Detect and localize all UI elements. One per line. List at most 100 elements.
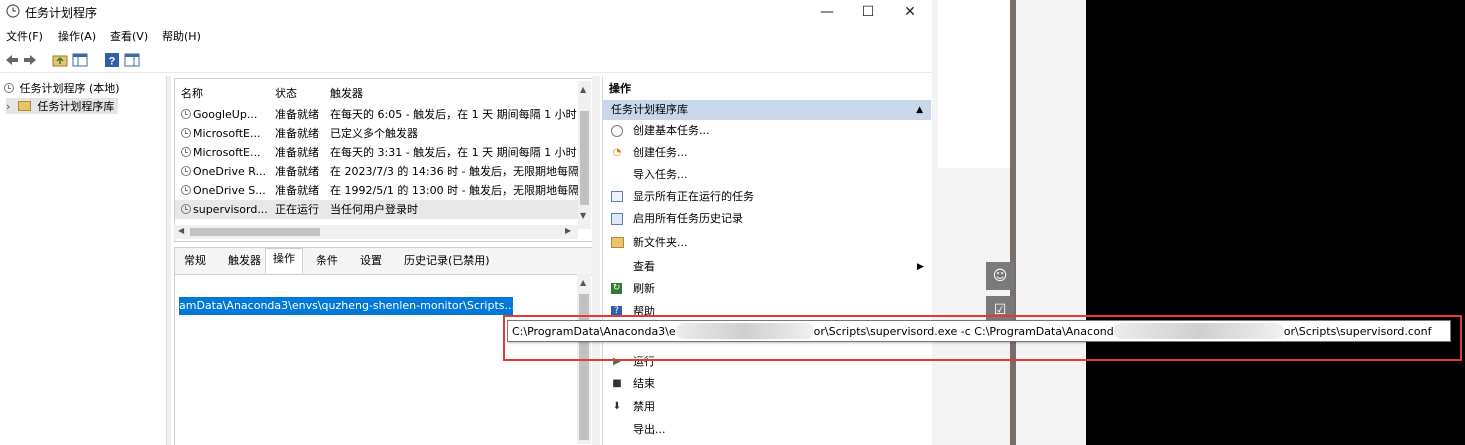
show-hide-action-pane-icon[interactable] [124, 52, 140, 68]
action-enable-history[interactable]: 启用所有任务历史记录 [603, 208, 931, 230]
help-icon[interactable]: ? [104, 52, 120, 68]
table-row[interactable]: MicrosoftE... 准备就绪 在每天的 3:31 - 触发后，在 1 天… [175, 143, 579, 162]
task-status: 准备就绪 [275, 127, 319, 140]
column-header-name[interactable]: 名称 [181, 85, 203, 101]
task-icon: ◔ [612, 147, 622, 158]
action-create-task[interactable]: ◔ 创建任务... [603, 142, 931, 164]
task-trigger: 当任何用户登录时 [330, 203, 418, 216]
task-name-text: OneDrive R... [193, 165, 266, 178]
tree-splitter[interactable] [166, 76, 171, 445]
actions-group-title: 任务计划程序库 [611, 103, 688, 116]
running-tasks-icon [611, 191, 623, 202]
tab-actions[interactable]: 操作 [265, 248, 303, 273]
actions-pane: 操作 任务计划程序库 ▲ 创建基本任务... ◔ 创建任务... 导入任务...… [602, 76, 931, 445]
action-disable[interactable]: ⬇ 禁用 [603, 396, 931, 418]
clock-icon [181, 147, 191, 157]
chevron-right-icon[interactable]: › [6, 100, 10, 113]
tree-item-root-label: 任务计划程序 (本地) [19, 82, 120, 95]
scroll-up-icon[interactable]: ▲ [580, 85, 586, 94]
action-view[interactable]: 查看 ▶ [603, 256, 931, 278]
task-list-vertical-scrollbar[interactable]: ▲ ▼ [578, 81, 591, 229]
user-icon[interactable]: ☺ [986, 262, 1014, 290]
action-label: 导出... [633, 423, 666, 436]
task-trigger: 在 1992/5/1 的 13:00 时 - 触发后，无限期地每隔 [330, 184, 579, 197]
window-title: 任务计划程序 [25, 6, 98, 20]
task-name-text: OneDrive S... [193, 184, 266, 197]
table-row-selected[interactable]: supervisord... 正在运行 当任何用户登录时 [175, 200, 579, 219]
task-trigger: 在 2023/7/3 的 14:36 时 - 触发后，无限期地每隔 [330, 165, 579, 178]
task-name-text: GoogleUp... [193, 108, 258, 121]
clock-icon [181, 185, 191, 195]
submenu-arrow-icon: ▶ [917, 262, 924, 272]
action-end[interactable]: ■ 结束 [603, 373, 931, 395]
menu-file[interactable]: 文件(F) [6, 28, 43, 44]
show-hide-tree-icon[interactable] [72, 52, 88, 68]
folder-icon [611, 237, 624, 248]
menu-action[interactable]: 操作(A) [58, 28, 96, 44]
background-area [1016, 0, 1086, 445]
scrollbar-thumb[interactable] [190, 228, 320, 236]
actions-group-header[interactable]: 任务计划程序库 ▲ [603, 100, 931, 120]
navigation-tree: 任务计划程序 (本地) › 任务计划程序库 [0, 76, 166, 445]
title-bar[interactable]: 任务计划程序 — ☐ ✕ [0, 0, 932, 24]
maximize-button[interactable]: ☐ [845, 0, 891, 24]
close-button[interactable]: ✕ [887, 0, 932, 24]
svg-text:?: ? [109, 56, 116, 68]
action-pane-splitter[interactable] [592, 76, 600, 445]
tab-settings[interactable]: 设置 [353, 251, 389, 271]
tree-item-root[interactable]: 任务计划程序 (本地) [4, 80, 120, 96]
tab-conditions[interactable]: 条件 [309, 251, 345, 271]
tab-history[interactable]: 历史记录(已禁用) [397, 251, 497, 271]
action-row-selected[interactable]: amData\Anaconda3\envs\quzheng-shenlen-mo… [179, 297, 513, 315]
action-label: 启用所有任务历史记录 [633, 212, 743, 225]
action-label: 新文件夹... [633, 236, 688, 249]
clock-icon [181, 128, 191, 138]
scrollbar-thumb[interactable] [580, 111, 589, 205]
scroll-left-icon[interactable]: ◀ [178, 226, 184, 235]
up-folder-icon[interactable] [52, 52, 68, 68]
action-label: 结束 [633, 377, 655, 390]
task-scheduler-window: 任务计划程序 — ☐ ✕ 文件(F) 操作(A) 查看(V) 帮助(H) ? 任… [0, 0, 932, 445]
table-row[interactable]: OneDrive R... 准备就绪 在 2023/7/3 的 14:36 时 … [175, 162, 579, 181]
action-export[interactable]: 导出... [603, 419, 931, 441]
action-create-basic-task[interactable]: 创建基本任务... [603, 120, 931, 142]
task-name: supervisord... [181, 200, 273, 219]
down-arrow-icon: ⬇ [612, 401, 622, 412]
table-row[interactable]: GoogleUp... 准备就绪 在每天的 6:05 - 触发后，在 1 天 期… [175, 105, 579, 124]
background-black-area [1086, 0, 1465, 445]
action-label: 导入任务... [633, 168, 688, 181]
forward-arrow-icon[interactable] [22, 52, 38, 68]
table-row[interactable]: OneDrive S... 准备就绪 在 1992/5/1 的 13:00 时 … [175, 181, 579, 200]
minimize-button[interactable]: — [804, 0, 850, 24]
task-status: 正在运行 [275, 203, 319, 216]
menu-view[interactable]: 查看(V) [110, 28, 148, 44]
tab-general[interactable]: 常规 [177, 251, 213, 271]
back-arrow-icon[interactable] [4, 52, 20, 68]
history-icon [611, 213, 623, 225]
clock-icon [4, 83, 14, 93]
action-import-task[interactable]: 导入任务... [603, 164, 931, 186]
task-name: MicrosoftE... [181, 143, 273, 162]
column-header-status[interactable]: 状态 [275, 85, 297, 101]
task-list-horizontal-scrollbar[interactable]: ◀ ▶ [174, 225, 578, 239]
scroll-down-icon[interactable]: ▼ [580, 211, 586, 220]
collapse-up-icon[interactable]: ▲ [916, 100, 923, 120]
action-label: 创建基本任务... [633, 124, 710, 137]
column-header-trigger[interactable]: 触发器 [330, 85, 363, 101]
clock-icon [181, 204, 191, 214]
action-new-folder[interactable]: 新文件夹... [603, 232, 931, 254]
task-status: 准备就绪 [275, 165, 319, 178]
task-trigger: 在每天的 6:05 - 触发后，在 1 天 期间每隔 1 小时 [330, 108, 577, 121]
menu-help[interactable]: 帮助(H) [162, 28, 201, 44]
tree-item-library[interactable]: › 任务计划程序库 [6, 98, 119, 114]
table-row[interactable]: MicrosoftE... 准备就绪 已定义多个触发器 [175, 124, 579, 143]
detail-tabs: 常规 触发器 操作 条件 设置 历史记录(已禁用) [175, 248, 593, 275]
tab-triggers[interactable]: 触发器 [221, 251, 268, 271]
action-label: 显示所有正在运行的任务 [633, 190, 754, 203]
scroll-right-icon[interactable]: ▶ [565, 226, 571, 235]
folder-icon [17, 101, 31, 111]
task-trigger: 在每天的 3:31 - 触发后，在 1 天 期间每隔 1 小时 [330, 146, 577, 159]
action-display-running[interactable]: 显示所有正在运行的任务 [603, 186, 931, 208]
scroll-up-icon[interactable]: ▲ [580, 278, 586, 287]
action-refresh[interactable]: ↻ 刷新 [603, 278, 931, 300]
